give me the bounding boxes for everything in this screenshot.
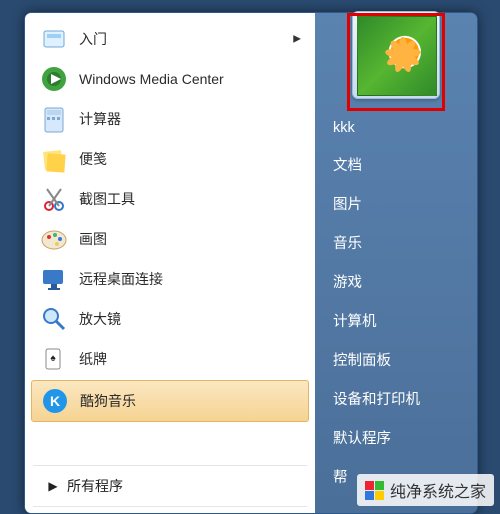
program-label: 入门 bbox=[79, 29, 107, 49]
right-item-games[interactable]: 游戏 bbox=[315, 262, 477, 301]
right-item-default-programs[interactable]: 默认程序 bbox=[315, 418, 477, 457]
program-remote-desktop[interactable]: 远程桌面连接 bbox=[25, 259, 315, 299]
watermark-text: 纯净系统之家 bbox=[390, 478, 486, 502]
all-programs-arrow-icon: ▶ bbox=[39, 479, 67, 493]
right-item-music[interactable]: 音乐 bbox=[315, 223, 477, 262]
watermark: 纯净系统之家 bbox=[357, 474, 494, 506]
program-label: 远程桌面连接 bbox=[79, 269, 163, 289]
program-label: Windows Media Center bbox=[79, 71, 224, 87]
user-avatar[interactable] bbox=[352, 11, 440, 99]
all-programs[interactable]: ▶ 所有程序 bbox=[25, 468, 315, 504]
getting-started-icon bbox=[39, 24, 69, 54]
program-label: 画图 bbox=[79, 229, 107, 249]
program-label: 酷狗音乐 bbox=[80, 391, 136, 411]
svg-text:K: K bbox=[50, 393, 60, 409]
right-item-devices[interactable]: 设备和打印机 bbox=[315, 379, 477, 418]
kugou-icon: K bbox=[40, 386, 70, 416]
start-menu: 入门 ▶ Windows Media Center 计算器 便笺 bbox=[24, 12, 478, 514]
program-magnifier[interactable]: 放大镜 bbox=[25, 299, 315, 339]
program-label: 计算器 bbox=[79, 109, 121, 129]
program-snipping-tool[interactable]: 截图工具 bbox=[25, 179, 315, 219]
right-item-pictures[interactable]: 图片 bbox=[315, 184, 477, 223]
program-kugou[interactable]: K 酷狗音乐 bbox=[31, 380, 309, 422]
right-item-computer[interactable]: 计算机 bbox=[315, 301, 477, 340]
start-menu-right: kkk 文档 图片 音乐 游戏 计算机 控制面板 设备和打印机 默认程序 帮 bbox=[315, 13, 477, 513]
program-paint[interactable]: 画图 bbox=[25, 219, 315, 259]
submenu-arrow-icon: ▶ bbox=[293, 34, 301, 45]
magnifier-icon bbox=[39, 304, 69, 334]
program-label: 纸牌 bbox=[79, 349, 107, 369]
program-wmc[interactable]: Windows Media Center bbox=[25, 59, 315, 99]
watermark-logo-icon bbox=[365, 481, 384, 500]
program-getting-started[interactable]: 入门 ▶ bbox=[25, 19, 315, 59]
all-programs-label: 所有程序 bbox=[67, 476, 123, 496]
avatar-flower-icon bbox=[357, 16, 437, 96]
program-calculator[interactable]: 计算器 bbox=[25, 99, 315, 139]
calculator-icon bbox=[39, 104, 69, 134]
divider bbox=[33, 506, 307, 507]
sticky-notes-icon bbox=[39, 144, 69, 174]
divider bbox=[33, 465, 307, 466]
program-list: 入门 ▶ Windows Media Center 计算器 便笺 bbox=[25, 19, 315, 463]
solitaire-icon: ♠ bbox=[39, 344, 69, 374]
start-menu-left: 入门 ▶ Windows Media Center 计算器 便笺 bbox=[25, 13, 315, 513]
program-label: 便笺 bbox=[79, 149, 107, 169]
program-solitaire[interactable]: ♠ 纸牌 bbox=[25, 339, 315, 379]
right-item-documents[interactable]: 文档 bbox=[315, 145, 477, 184]
svg-text:♠: ♠ bbox=[50, 353, 56, 364]
right-username[interactable]: kkk bbox=[315, 111, 477, 145]
remote-desktop-icon bbox=[39, 264, 69, 294]
paint-icon bbox=[39, 224, 69, 254]
program-label: 放大镜 bbox=[79, 309, 121, 329]
program-label: 截图工具 bbox=[79, 189, 135, 209]
snipping-tool-icon bbox=[39, 184, 69, 214]
wmc-icon bbox=[39, 64, 69, 94]
program-sticky-notes[interactable]: 便笺 bbox=[25, 139, 315, 179]
right-item-control-panel[interactable]: 控制面板 bbox=[315, 340, 477, 379]
